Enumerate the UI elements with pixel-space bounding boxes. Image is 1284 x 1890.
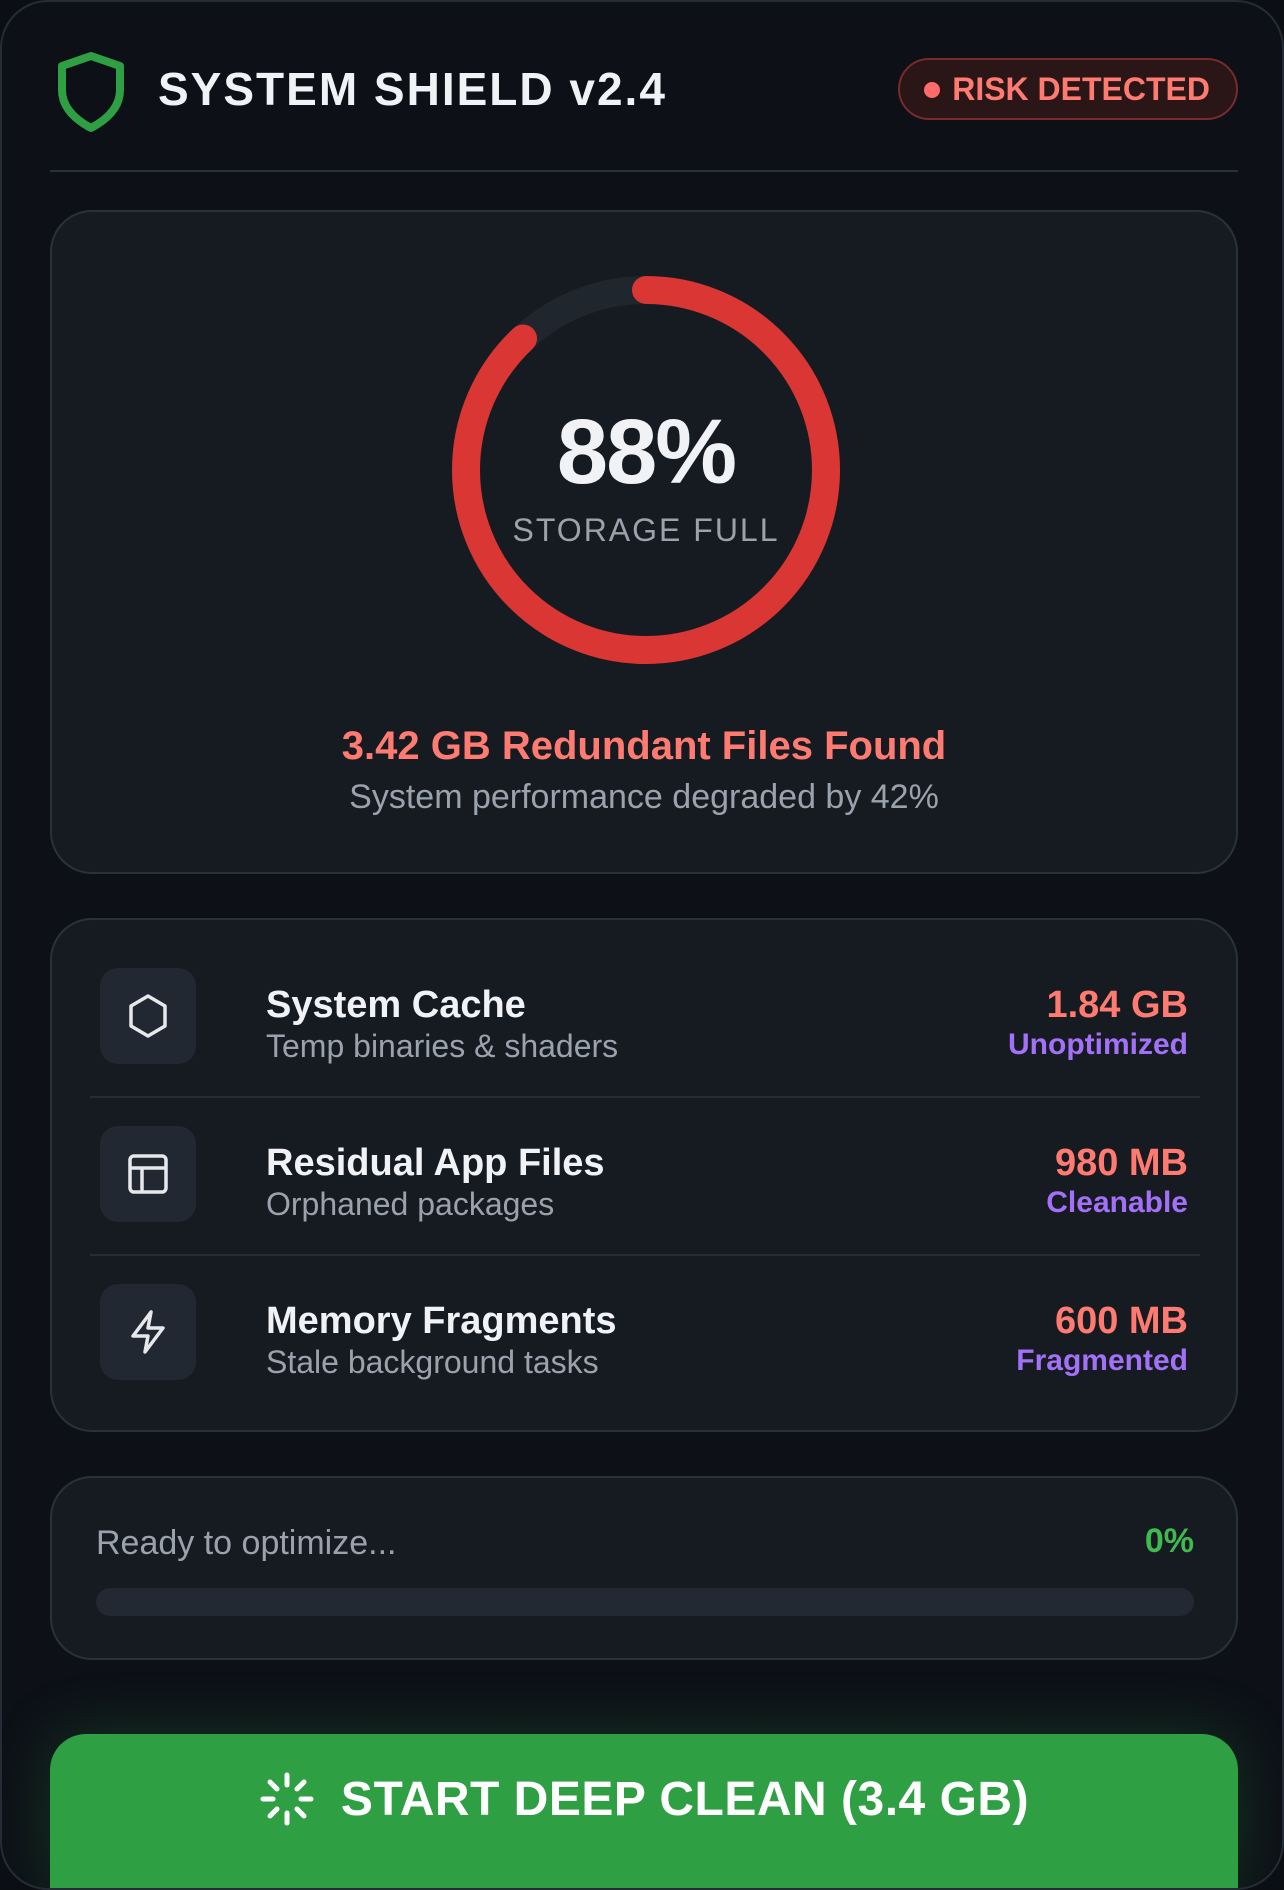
hexagon-icon (100, 968, 196, 1064)
app-window: SYSTEM SHIELD v2.4 RISK DETECTED 88% STO… (0, 0, 1284, 1890)
header: SYSTEM SHIELD v2.4 RISK DETECTED (50, 42, 1238, 172)
list-item-memory-fragments[interactable]: Memory Fragments Stale background tasks … (90, 1236, 1200, 1394)
button-content: START DEEP CLEAN (3.4 GB) (50, 1734, 1238, 1864)
loader-icon (260, 1772, 314, 1826)
header-divider (50, 170, 1238, 172)
app-title: SYSTEM SHIELD v2.4 (158, 63, 667, 115)
risk-status-badge: RISK DETECTED (898, 58, 1238, 120)
layout-icon (100, 1126, 196, 1222)
storage-label: STORAGE FULL (512, 512, 780, 548)
item-subtitle: Stale background tasks (266, 1344, 599, 1380)
item-title: System Cache (266, 984, 526, 1026)
item-size: 600 MB (1054, 1300, 1188, 1342)
list-item-residual-app-files[interactable]: Residual App Files Orphaned packages 980… (90, 1078, 1200, 1236)
shield-icon (58, 52, 124, 132)
storage-card: 88% STORAGE FULL 3.42 GB Redundant Files… (50, 210, 1238, 874)
performance-degraded-text: System performance degraded by 42% (349, 778, 939, 816)
item-subtitle: Temp binaries & shaders (266, 1028, 619, 1064)
cleanup-items-list: System Cache Temp binaries & shaders 1.8… (50, 918, 1238, 1432)
item-size: 1.84 GB (1046, 984, 1188, 1026)
list-item-system-cache[interactable]: System Cache Temp binaries & shaders 1.8… (90, 920, 1200, 1078)
item-subtitle: Orphaned packages (266, 1186, 555, 1222)
item-title: Memory Fragments (266, 1300, 617, 1342)
progress-percent: 0% (1144, 1522, 1194, 1560)
progress-card: Ready to optimize... 0% (50, 1476, 1238, 1660)
lightning-icon (100, 1284, 196, 1380)
item-status: Unoptimized (1008, 1028, 1188, 1061)
status-dot-icon (924, 82, 941, 98)
item-status: Cleanable (1046, 1186, 1188, 1219)
progress-bar (96, 1588, 1194, 1616)
progress-status-text: Ready to optimize... (96, 1524, 397, 1562)
storage-percent: 88% (556, 401, 737, 503)
risk-badge-label: RISK DETECTED (952, 71, 1210, 107)
item-size: 980 MB (1054, 1142, 1188, 1184)
item-title: Residual App Files (266, 1142, 605, 1184)
start-deep-clean-button[interactable]: START DEEP CLEAN (3.4 GB) (50, 1734, 1238, 1888)
item-status: Fragmented (1016, 1344, 1188, 1377)
start-deep-clean-label: START DEEP CLEAN (3.4 GB) (340, 1772, 1030, 1826)
redundant-files-found: 3.42 GB Redundant Files Found (341, 724, 947, 768)
